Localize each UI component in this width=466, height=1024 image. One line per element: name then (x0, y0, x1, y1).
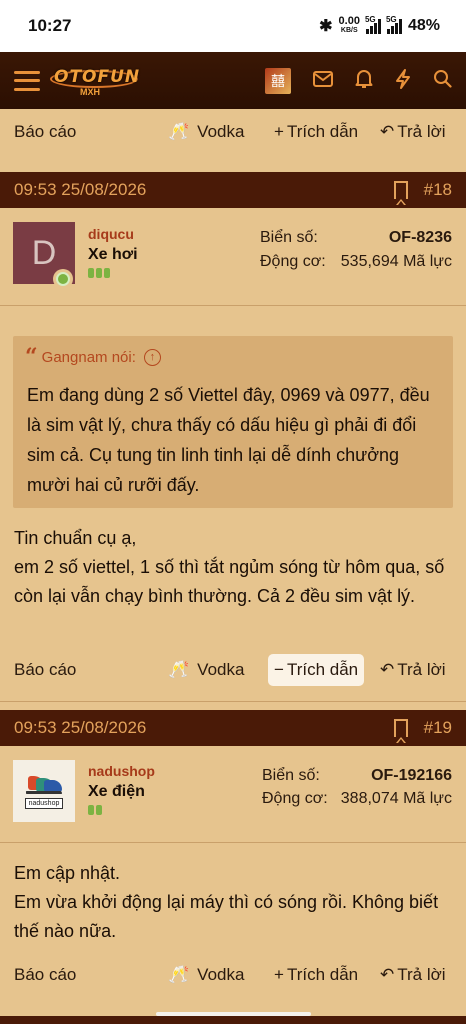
online-status-icon (53, 269, 73, 289)
bookmark-icon[interactable] (394, 181, 408, 205)
report-button[interactable]: Báo cáo (14, 660, 76, 680)
signal-icon-2: 5G (385, 15, 402, 34)
cheers-icon: 🥂 (168, 122, 190, 141)
reply-label: Trả lời (397, 122, 446, 141)
network-type-1: 5G (364, 15, 376, 24)
avatar[interactable]: nadushop (13, 760, 75, 822)
plate-label: Biển số: (262, 767, 320, 784)
network-speed: 0.00 KB/S (338, 15, 360, 35)
post-actions: Báo cáo 🥂 Vodka + Trích dẫn ↶ Trả lời (0, 955, 466, 995)
engine-label: Động cơ: (260, 253, 326, 270)
reply-label: Trả lời (397, 965, 446, 984)
post-datetime[interactable]: 09:53 25/08/2026 (14, 180, 146, 200)
post-line: Tin chuẩn cụ ạ, (14, 528, 137, 548)
status-bar: 10:27 ✱ 0.00 KB/S 5G 5G 48% (0, 0, 466, 52)
network-speed-value: 0.00 (338, 15, 360, 27)
post-number[interactable]: #18 (424, 180, 452, 200)
post-datetime[interactable]: 09:53 25/08/2026 (14, 718, 146, 738)
minus-icon: − (274, 660, 284, 679)
quote-author[interactable]: “ Gangnam nói: ↑ (25, 346, 161, 368)
quote-block: “ Gangnam nói: ↑ Em đang dùng 2 số Viett… (13, 336, 453, 508)
next-post-header-edge (0, 1016, 466, 1024)
cheers-icon: 🥂 (168, 660, 190, 679)
home-indicator[interactable] (156, 1012, 311, 1016)
quote-text: Em đang dùng 2 số Viettel đây, 0969 và 0… (27, 385, 430, 495)
vodka-button[interactable]: 🥂 Vodka (168, 660, 244, 680)
vodka-label: Vodka (197, 122, 245, 141)
post-line: Em vừa khởi động lại máy thì có sóng rồi… (14, 892, 439, 941)
header-icons: 囍 (265, 52, 452, 109)
plate-value: OF-8236 (388, 229, 452, 246)
quote-button[interactable]: + Trích dẫn (268, 959, 364, 991)
rank-badges (88, 268, 110, 278)
post-body: Em cập nhật. Em vừa khởi động lại máy th… (14, 859, 454, 946)
post-actions-prev: Báo cáo 🥂 Vodka + Trích dẫn ↶ Trả lời (0, 112, 466, 152)
status-indicators: ✱ 0.00 KB/S 5G 5G 48% (319, 15, 440, 36)
user-title: Xe điện (88, 783, 145, 800)
report-button[interactable]: Báo cáo (14, 122, 76, 142)
status-time: 10:27 (28, 16, 72, 35)
bluetooth-icon: ✱ (319, 18, 333, 35)
divider (0, 842, 466, 843)
mail-icon[interactable] (313, 70, 333, 91)
engine-value: 535,694 Mã lực (340, 253, 452, 270)
quote-author-name: Gangnam nói: (41, 348, 136, 366)
site-logo[interactable]: OTOFUN MXH (50, 61, 150, 101)
quote-button-active[interactable]: − Trích dẫn (268, 654, 365, 686)
plus-icon: + (274, 122, 284, 141)
menu-icon[interactable] (14, 70, 40, 91)
reply-button[interactable]: ↶ Trả lời (380, 965, 446, 985)
cheers-icon: 🥂 (168, 965, 190, 984)
post-line: em 2 số viettel, 1 số thì tắt ngủm sóng … (14, 557, 445, 606)
reply-button[interactable]: ↶ Trả lời (380, 122, 446, 142)
post-actions: Báo cáo 🥂 Vodka − Trích dẫn ↶ Trả lời (0, 650, 466, 690)
arrow-up-icon[interactable]: ↑ (143, 348, 161, 366)
divider (0, 701, 466, 702)
quote-label: Trích dẫn (286, 122, 359, 141)
bell-icon[interactable] (355, 69, 373, 93)
reply-icon: ↶ (380, 660, 395, 679)
plus-icon: + (274, 965, 284, 984)
logo-text: OTOFUN (54, 66, 141, 87)
avatar-label: nadushop (24, 797, 64, 809)
post-number[interactable]: #19 (424, 718, 452, 738)
vodka-label: Vodka (197, 660, 245, 679)
quote-mark-icon: “ (25, 344, 38, 370)
username[interactable]: nadushop (88, 763, 155, 779)
engine-value: 388,074 Mã lực (340, 790, 452, 807)
logo-subtitle: MXH (80, 86, 100, 97)
plate-label: Biển số: (260, 229, 318, 246)
lightning-icon[interactable] (395, 68, 411, 93)
signal-icon: 5G (364, 15, 381, 34)
post-header: 09:53 25/08/2026 #19 (0, 710, 466, 746)
search-icon[interactable] (433, 69, 452, 92)
divider (0, 305, 466, 306)
post-body: Tin chuẩn cụ ạ, em 2 số viettel, 1 số th… (14, 524, 454, 611)
network-speed-unit: KB/S (340, 27, 358, 34)
report-button[interactable]: Báo cáo (14, 965, 76, 985)
reply-label: Trả lời (397, 660, 446, 679)
quote-label: Trích dẫn (286, 965, 359, 984)
post-line: Em cập nhật. (14, 863, 121, 883)
username[interactable]: diqucu (88, 226, 134, 242)
reply-icon: ↶ (380, 122, 395, 141)
rank-badges (88, 805, 102, 815)
plate-value: OF-192166 (371, 767, 452, 784)
vodka-button[interactable]: 🥂 Vodka (168, 965, 244, 985)
network-type-2: 5G (385, 15, 397, 24)
quote-label: Trích dẫn (286, 660, 359, 679)
shoe-logo-icon (24, 774, 64, 796)
user-title: Xe hơi (88, 246, 138, 263)
bookmark-icon[interactable] (394, 719, 408, 743)
vodka-label: Vodka (197, 965, 245, 984)
reply-button[interactable]: ↶ Trả lời (380, 660, 446, 680)
reply-icon: ↶ (380, 965, 395, 984)
engine-label: Động cơ: (262, 790, 328, 807)
user-avatar[interactable]: 囍 (265, 67, 291, 94)
quote-button[interactable]: + Trích dẫn (268, 116, 364, 148)
post-header: 09:53 25/08/2026 #18 (0, 172, 466, 208)
app-header: OTOFUN MXH 囍 (0, 52, 466, 109)
vodka-button[interactable]: 🥂 Vodka (168, 122, 244, 142)
battery-level: 48% (407, 17, 440, 34)
